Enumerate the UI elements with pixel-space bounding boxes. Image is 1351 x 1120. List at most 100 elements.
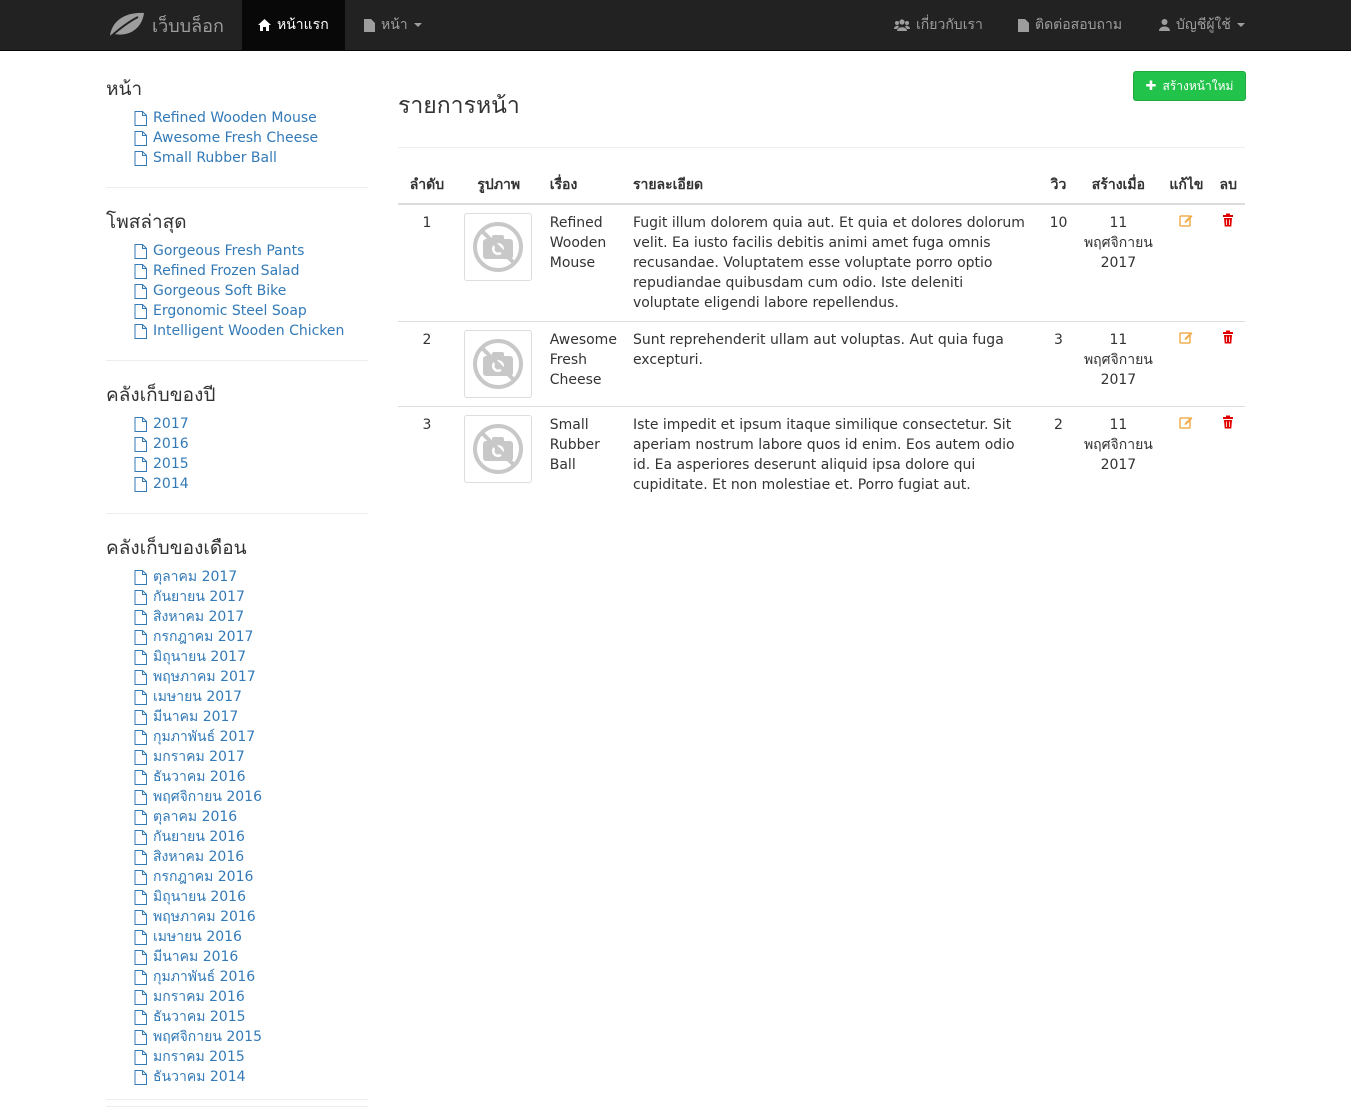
list-item-link[interactable]: Ergonomic Steel Soap xyxy=(153,301,307,321)
list-item-link[interactable]: Refined Frozen Salad xyxy=(153,261,300,281)
list-item[interactable]: 2016 xyxy=(134,434,368,454)
list-item[interactable]: 2015 xyxy=(134,454,368,474)
list-item[interactable]: พฤศจิกายน 2015 xyxy=(134,1027,368,1047)
list-item[interactable]: พฤษภาคม 2016 xyxy=(134,907,368,927)
nav-home[interactable]: หน้าแรก xyxy=(242,0,345,50)
trash-icon[interactable] xyxy=(1221,415,1235,429)
list-item[interactable]: มิถุนายน 2016 xyxy=(134,887,368,907)
list-item[interactable]: กันยายน 2017 xyxy=(134,587,368,607)
list-item-link[interactable]: ตุลาคม 2017 xyxy=(153,567,237,587)
list-item[interactable]: มกราคม 2015 xyxy=(134,1047,368,1067)
list-item[interactable]: Refined Wooden Mouse xyxy=(134,108,368,128)
list-item[interactable]: ตุลาคม 2016 xyxy=(134,807,368,827)
list-item[interactable]: Gorgeous Fresh Pants xyxy=(134,241,368,261)
nav-contact[interactable]: ติดต่อสอบถาม xyxy=(1018,0,1122,50)
list-item-link[interactable]: Refined Wooden Mouse xyxy=(153,108,317,128)
list-item-link[interactable]: Awesome Fresh Cheese xyxy=(153,128,318,148)
list-item[interactable]: พฤศจิกายน 2016 xyxy=(134,787,368,807)
file-outline-icon xyxy=(134,589,147,605)
list-item[interactable]: สิงหาคม 2017 xyxy=(134,607,368,627)
list-item-link[interactable]: พฤษภาคม 2016 xyxy=(153,907,256,927)
list-item-link[interactable]: เมษายน 2017 xyxy=(153,687,242,707)
list-item[interactable]: กรกฎาคม 2016 xyxy=(134,867,368,887)
list-item-link[interactable]: มีนาคม 2016 xyxy=(153,947,238,967)
list-item-link[interactable]: สิงหาคม 2016 xyxy=(153,847,244,867)
list-item[interactable]: Small Rubber Ball xyxy=(134,148,368,168)
list-item-link[interactable]: 2015 xyxy=(153,454,189,474)
edit-icon[interactable] xyxy=(1179,415,1193,429)
list-item-link[interactable]: กุมภาพันธ์ 2016 xyxy=(153,967,255,987)
list-item[interactable]: Intelligent Wooden Chicken xyxy=(134,321,368,341)
list-item[interactable]: มีนาคม 2016 xyxy=(134,947,368,967)
list-item[interactable]: กุมภาพันธ์ 2016 xyxy=(134,967,368,987)
nav-pages-dropdown[interactable]: หน้า xyxy=(364,0,422,50)
list-item-link[interactable]: ธันวาคม 2015 xyxy=(153,1007,246,1027)
list-item-link[interactable]: Intelligent Wooden Chicken xyxy=(153,321,344,341)
list-item[interactable]: ธันวาคม 2016 xyxy=(134,767,368,787)
list-item-link[interactable]: ธันวาคม 2016 xyxy=(153,767,246,787)
list-item-link[interactable]: 2014 xyxy=(153,474,189,494)
list-item-link[interactable]: เมษายน 2016 xyxy=(153,927,242,947)
list-item[interactable]: มิถุนายน 2017 xyxy=(134,647,368,667)
edit-icon[interactable] xyxy=(1179,330,1193,344)
list-item[interactable]: พฤษภาคม 2017 xyxy=(134,667,368,687)
edit-icon[interactable] xyxy=(1179,213,1193,227)
nav-about[interactable]: เกี่ยวกับเรา xyxy=(894,0,983,50)
list-item-link[interactable]: กันยายน 2017 xyxy=(153,587,245,607)
list-item[interactable]: 2014 xyxy=(134,474,368,494)
list-item-link[interactable]: กันยายน 2016 xyxy=(153,827,245,847)
list-item[interactable]: มกราคม 2017 xyxy=(134,747,368,767)
list-item-link[interactable]: สิงหาคม 2017 xyxy=(153,607,244,627)
list-item[interactable]: Ergonomic Steel Soap xyxy=(134,301,368,321)
nav-account-dropdown[interactable]: บัญชีผู้ใช้ xyxy=(1159,0,1245,50)
list-item-link[interactable]: Gorgeous Fresh Pants xyxy=(153,241,304,261)
no-camera-icon xyxy=(472,424,523,474)
list-item-link[interactable]: Small Rubber Ball xyxy=(153,148,277,168)
row-edit-button[interactable] xyxy=(1161,204,1211,322)
trash-icon[interactable] xyxy=(1221,213,1235,227)
list-item-link[interactable]: มกราคม 2016 xyxy=(153,987,245,1007)
row-delete-button[interactable] xyxy=(1212,204,1246,322)
row-edit-button[interactable] xyxy=(1161,321,1212,407)
list-item-link[interactable]: 2016 xyxy=(153,434,189,454)
list-item[interactable]: กันยายน 2016 xyxy=(134,827,368,847)
list-item-link[interactable]: มกราคม 2015 xyxy=(153,1047,245,1067)
row-delete-button[interactable] xyxy=(1211,406,1245,503)
row-delete-button[interactable] xyxy=(1211,321,1245,407)
list-item[interactable]: ธันวาคม 2015 xyxy=(134,1007,368,1027)
list-item-link[interactable]: มกราคม 2017 xyxy=(153,747,245,767)
brand[interactable]: เว็บบล็อก xyxy=(106,0,224,50)
list-item-link[interactable]: กรกฎาคม 2016 xyxy=(153,867,253,887)
trash-icon[interactable] xyxy=(1221,330,1235,344)
list-item[interactable]: มีนาคม 2017 xyxy=(134,707,368,727)
list-item[interactable]: มกราคม 2016 xyxy=(134,987,368,1007)
list-item[interactable]: ธันวาคม 2014 xyxy=(134,1067,368,1087)
list-item-link[interactable]: พฤศจิกายน 2015 xyxy=(153,1027,262,1047)
list-item-link[interactable]: 2017 xyxy=(153,414,189,434)
list-item-link[interactable]: มีนาคม 2017 xyxy=(153,707,238,727)
create-page-button[interactable]: ✚ สร้างหน้าใหม่ xyxy=(1133,71,1246,101)
list-item[interactable]: สิงหาคม 2016 xyxy=(134,847,368,867)
list-item-link[interactable]: กรกฎาคม 2017 xyxy=(153,627,253,647)
list-item[interactable]: เมษายน 2016 xyxy=(134,927,368,947)
list-item[interactable]: Gorgeous Soft Bike xyxy=(134,281,368,301)
sidebar-months: คลังเก็บของเดือน ตุลาคม 2017 กันยายน 2017… xyxy=(106,533,368,1107)
list-item-link[interactable]: กุมภาพันธ์ 2017 xyxy=(153,727,255,747)
list-item[interactable]: เมษายน 2017 xyxy=(134,687,368,707)
list-item[interactable]: Refined Frozen Salad xyxy=(134,261,368,281)
file-outline-icon xyxy=(134,1029,147,1045)
nav-contact-label: ติดต่อสอบถาม xyxy=(1035,17,1123,33)
list-item[interactable]: ตุลาคม 2017 xyxy=(134,567,368,587)
list-item[interactable]: Awesome Fresh Cheese xyxy=(134,128,368,148)
list-item-link[interactable]: ตุลาคม 2016 xyxy=(153,807,237,827)
row-edit-button[interactable] xyxy=(1161,406,1212,503)
list-item[interactable]: 2017 xyxy=(134,414,368,434)
list-item-link[interactable]: ธันวาคม 2014 xyxy=(153,1067,246,1087)
list-item-link[interactable]: พฤศจิกายน 2016 xyxy=(153,787,262,807)
list-item-link[interactable]: มิถุนายน 2017 xyxy=(153,647,246,667)
list-item[interactable]: กุมภาพันธ์ 2017 xyxy=(134,727,368,747)
list-item-link[interactable]: พฤษภาคม 2017 xyxy=(153,667,256,687)
list-item-link[interactable]: Gorgeous Soft Bike xyxy=(153,281,286,301)
list-item-link[interactable]: มิถุนายน 2016 xyxy=(153,887,246,907)
list-item[interactable]: กรกฎาคม 2017 xyxy=(134,627,368,647)
